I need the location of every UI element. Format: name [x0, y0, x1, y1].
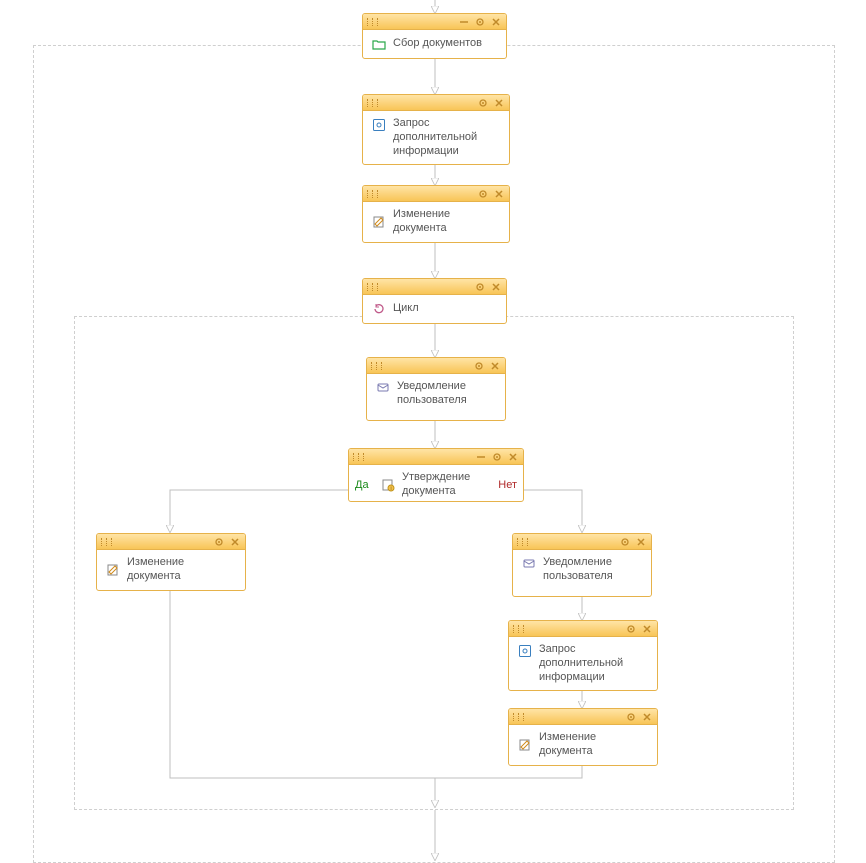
node-label: Цикл	[393, 302, 419, 316]
drag-grip-icon[interactable]	[353, 453, 366, 461]
node-header[interactable]	[509, 621, 657, 637]
gear-icon[interactable]	[477, 188, 489, 200]
drag-grip-icon[interactable]	[367, 283, 380, 291]
close-icon[interactable]	[493, 188, 505, 200]
node-approve-decision[interactable]: i Утверждение документа Да Нет	[348, 448, 524, 502]
node-edit-doc-1[interactable]: Изменение документа	[362, 185, 510, 243]
notification-icon	[521, 556, 537, 572]
drag-grip-icon[interactable]	[517, 538, 530, 546]
edit-icon	[371, 214, 387, 230]
close-icon[interactable]	[489, 360, 501, 372]
gear-icon[interactable]	[474, 16, 486, 28]
close-icon[interactable]	[229, 536, 241, 548]
gear-icon[interactable]	[473, 360, 485, 372]
close-icon[interactable]	[493, 97, 505, 109]
node-edit-doc-left[interactable]: Изменение документа	[96, 533, 246, 591]
node-header[interactable]	[363, 14, 506, 30]
minimize-icon[interactable]	[458, 16, 470, 28]
node-notify-right[interactable]: Уведомление пользователя	[512, 533, 652, 597]
node-label: Утверждение документа	[402, 471, 492, 499]
gear-icon[interactable]	[477, 97, 489, 109]
info-icon	[517, 643, 533, 659]
info-icon	[371, 117, 387, 133]
gear-icon[interactable]	[619, 536, 631, 548]
approval-icon: i	[380, 477, 396, 493]
node-label: Уведомление пользователя	[543, 556, 643, 584]
minimize-icon[interactable]	[475, 451, 487, 463]
node-header[interactable]	[363, 186, 509, 202]
close-icon[interactable]	[490, 16, 502, 28]
close-icon[interactable]	[490, 281, 502, 293]
close-icon[interactable]	[641, 623, 653, 635]
edit-icon	[105, 562, 121, 578]
node-header[interactable]	[513, 534, 651, 550]
node-header[interactable]	[97, 534, 245, 550]
node-label: Уведомление пользователя	[397, 380, 497, 408]
close-icon[interactable]	[641, 711, 653, 723]
gear-icon[interactable]	[625, 711, 637, 723]
gear-icon[interactable]	[213, 536, 225, 548]
loop-icon	[371, 301, 387, 317]
node-header[interactable]	[363, 279, 506, 295]
notification-icon	[375, 380, 391, 396]
close-icon[interactable]	[507, 451, 519, 463]
gear-icon[interactable]	[474, 281, 486, 293]
drag-grip-icon[interactable]	[371, 362, 384, 370]
node-header[interactable]	[349, 449, 523, 465]
node-label: Запрос дополнительной информации	[393, 117, 501, 158]
node-label: Изменение документа	[539, 731, 649, 759]
gear-icon[interactable]	[625, 623, 637, 635]
node-label: Изменение документа	[393, 208, 501, 236]
svg-text:i: i	[390, 486, 391, 492]
gear-icon[interactable]	[491, 451, 503, 463]
node-request-info-2[interactable]: Запрос дополнительной информации	[508, 620, 658, 691]
node-label: Изменение документа	[127, 556, 237, 584]
node-label: Запрос дополнительной информации	[539, 643, 649, 684]
node-header[interactable]	[367, 358, 505, 374]
drag-grip-icon[interactable]	[367, 18, 380, 26]
drag-grip-icon[interactable]	[101, 538, 114, 546]
node-notify-1[interactable]: Уведомление пользователя	[366, 357, 506, 421]
drag-grip-icon[interactable]	[367, 99, 380, 107]
workflow-canvas: { "nodes": { "collect_docs": { "label": …	[0, 0, 866, 863]
branch-yes-label: Да	[355, 479, 369, 491]
close-icon[interactable]	[635, 536, 647, 548]
node-request-info-1[interactable]: Запрос дополнительной информации	[362, 94, 510, 165]
drag-grip-icon[interactable]	[513, 713, 526, 721]
edit-icon	[517, 737, 533, 753]
folder-icon	[371, 36, 387, 52]
node-edit-doc-right[interactable]: Изменение документа	[508, 708, 658, 766]
drag-grip-icon[interactable]	[513, 625, 526, 633]
drag-grip-icon[interactable]	[367, 190, 380, 198]
node-header[interactable]	[509, 709, 657, 725]
node-collect-docs[interactable]: Сбор документов	[362, 13, 507, 59]
node-header[interactable]	[363, 95, 509, 111]
node-loop[interactable]: Цикл	[362, 278, 507, 324]
node-label: Сбор документов	[393, 37, 482, 51]
branch-no-label: Нет	[498, 479, 517, 491]
